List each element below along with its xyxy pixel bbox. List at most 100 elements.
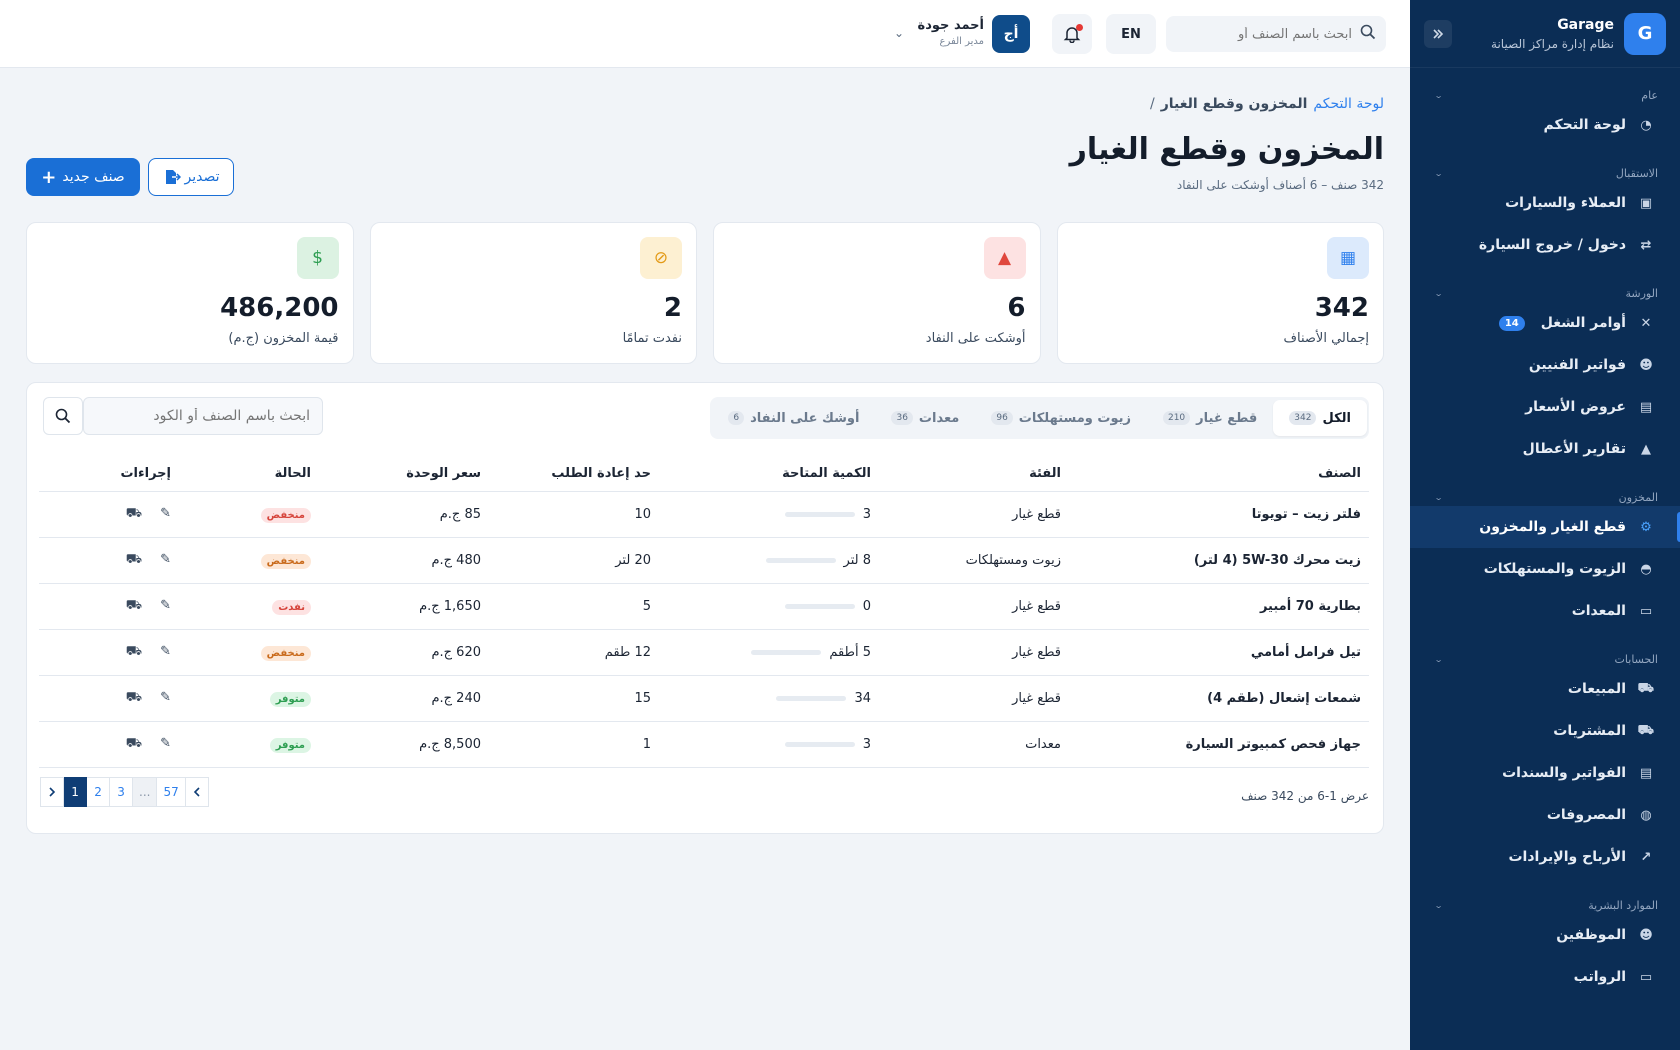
- table-row[interactable]: فلتر زيت – تويوتا قطع غيار 3 10 85 ج.م منخفض ✎…: [39, 491, 1369, 538]
- add-to-cart-icon[interactable]: ⛟: [126, 552, 142, 569]
- sidebar-item[interactable]: ◓ الزيوت والمستهلكات: [1410, 548, 1680, 590]
- edit-pencil-icon[interactable]: ✎: [160, 690, 171, 707]
- edit-pencil-icon[interactable]: ✎: [160, 552, 171, 569]
- next-page-button[interactable]: [40, 777, 64, 807]
- global-search-input[interactable]: [1182, 26, 1352, 42]
- edit-pencil-icon[interactable]: ✎: [160, 736, 171, 753]
- sidebar-item[interactable]: ▤ الفواتير والسندات: [1410, 752, 1680, 794]
- tab-filter[interactable]: الكل 342: [1273, 400, 1367, 436]
- item-unit-price: 240 ج.م: [319, 675, 489, 722]
- edit-pencil-icon[interactable]: ✎: [160, 506, 171, 523]
- nav-section-header[interactable]: الاستقبال ⌄: [1410, 164, 1680, 182]
- item-unit-price: 8,500 ج.م: [319, 721, 489, 768]
- quantity-value: 5 أطقم: [829, 644, 871, 660]
- stat-label: نفدت تمامًا: [622, 331, 682, 346]
- sidebar-item[interactable]: ▭ المعدات: [1410, 590, 1680, 632]
- sidebar-item-label: المبيعات: [1567, 681, 1626, 697]
- sidebar-item-label: المعدات: [1571, 603, 1626, 619]
- sidebar-item[interactable]: ▭ الرواتب: [1410, 956, 1680, 998]
- row-actions: ✎ ⛟: [47, 736, 171, 753]
- nav-section-title: عام: [1641, 88, 1658, 102]
- double-chevron-icon: [1433, 28, 1444, 39]
- item-actions-cell: ✎ ⛟: [39, 583, 179, 630]
- sidebar-item[interactable]: ▣ العملاء والسيارات: [1410, 182, 1680, 224]
- ban-icon: ⊘: [640, 237, 682, 279]
- document-icon: ▤: [1639, 399, 1653, 415]
- language-toggle-button[interactable]: EN: [1106, 14, 1156, 54]
- chevron-down-icon[interactable]: ⌄: [894, 26, 904, 40]
- page-button[interactable]: 1: [63, 777, 87, 807]
- page-button[interactable]: 2: [86, 777, 110, 807]
- sidebar-item[interactable]: ▤ عروض الأسعار: [1410, 386, 1680, 428]
- sidebar-item[interactable]: ◍ المصروفات: [1410, 794, 1680, 836]
- new-item-button[interactable]: صنف جديد +: [26, 158, 140, 196]
- item-name: بطارية 70 أمبير: [1069, 583, 1369, 630]
- page-button[interactable]: 3: [109, 777, 133, 807]
- sidebar-item[interactable]: ⇄ دخول / خروج السيارة: [1410, 224, 1680, 266]
- global-search[interactable]: [1166, 16, 1386, 52]
- edit-pencil-icon[interactable]: ✎: [160, 644, 171, 661]
- nav-section: الورشة ⌄ ✕ أوامر الشغل 14 ☻ فواتير الفنيين ▤ عرو…: [1410, 284, 1680, 470]
- sidebar-item[interactable]: ✕ أوامر الشغل 14: [1410, 302, 1680, 344]
- sidebar-nav: عام ⌄ ◔ لوحة التحكم الاستقبال ⌄ ▣ العملاء والسي…: [1410, 86, 1680, 998]
- column-header: إجراءات: [39, 457, 179, 492]
- sidebar-item[interactable]: ◔ لوحة التحكم: [1410, 104, 1680, 146]
- table-search: [41, 397, 323, 435]
- item-actions-cell: ✎ ⛟: [39, 721, 179, 768]
- add-to-cart-icon[interactable]: ⛟: [126, 736, 142, 753]
- row-actions: ✎ ⛟: [47, 506, 171, 523]
- pagination-summary: عرض 1-6 من 342 صنف: [1241, 789, 1369, 803]
- count-badge: 14: [1498, 315, 1525, 331]
- sidebar-item[interactable]: ☻ الموظفين: [1410, 914, 1680, 956]
- nav-section-header[interactable]: المخزون ⌄: [1410, 488, 1680, 506]
- nav-section: الاستقبال ⌄ ▣ العملاء والسيارات ⇄ دخول / خروج…: [1410, 164, 1680, 266]
- collapse-sidebar-button[interactable]: [1424, 19, 1452, 48]
- previous-page-button[interactable]: [184, 777, 209, 807]
- alert-icon: ▲: [983, 237, 1026, 279]
- user-menu[interactable]: أحمد جودة مدير الفرع: [918, 18, 984, 47]
- page-button[interactable]: 57: [156, 777, 186, 807]
- column-header: الكمية المتاحة: [659, 457, 879, 492]
- table-row[interactable]: شمعات إشعال (طقم 4) قطع غيار 34 15 240 ج.م مت…: [39, 675, 1369, 722]
- sidebar-item[interactable]: ⚙ قطع الغيار والمخزون: [1410, 506, 1680, 548]
- nav-section-header[interactable]: الحسابات ⌄: [1410, 650, 1680, 668]
- add-to-cart-icon[interactable]: ⛟: [126, 644, 142, 661]
- sidebar-item[interactable]: ☻ فواتير الفنيين: [1410, 344, 1680, 386]
- money-bag-icon: $: [296, 237, 339, 279]
- add-to-cart-icon[interactable]: ⛟: [126, 690, 142, 707]
- add-to-cart-icon[interactable]: ⛟: [126, 506, 142, 523]
- sidebar-item[interactable]: ⛟ المبيعات: [1410, 668, 1680, 710]
- quantity-bar: [776, 695, 847, 701]
- tab-label: معدات: [918, 410, 960, 426]
- nav-section-header[interactable]: الورشة ⌄: [1410, 284, 1680, 302]
- tab-filter[interactable]: قطع غيار 210: [1147, 400, 1273, 436]
- tab-label: أوشك على النفاد: [750, 410, 860, 426]
- table-row[interactable]: بطارية 70 أمبير قطع غيار 0 5 1,650 ج.م نفدت ✎ ⛟: [39, 583, 1369, 630]
- tab-filter[interactable]: زيوت ومستهلكات 96: [975, 400, 1147, 436]
- nav-section-header[interactable]: عام ⌄: [1410, 86, 1680, 104]
- chevron-down-icon: ⌄: [1434, 654, 1444, 664]
- notifications-button[interactable]: [1052, 14, 1092, 54]
- tab-filter[interactable]: أوشك على النفاد 6: [712, 400, 875, 436]
- edit-pencil-icon[interactable]: ✎: [160, 598, 171, 615]
- status-badge: متوفر: [269, 737, 311, 753]
- breadcrumb-home-link[interactable]: لوحة التحكم: [1313, 96, 1384, 112]
- table-search-input[interactable]: [83, 397, 323, 435]
- nav-section: عام ⌄ ◔ لوحة التحكم: [1410, 86, 1680, 146]
- avatar[interactable]: أج: [992, 15, 1030, 53]
- inventory-table: الصنف الفئة الكمية المتاحة حد إعادة الطلب سع…: [39, 457, 1369, 768]
- nav-section-header[interactable]: الموارد البشرية ⌄: [1410, 896, 1680, 914]
- sidebar-item[interactable]: ▲ تقارير الأعطال: [1410, 428, 1680, 470]
- table-row[interactable]: تيل فرامل أمامي قطع غيار 5 أطقم 12 طقم 620 ج…: [39, 629, 1369, 676]
- item-reorder-level: 12 طقم: [489, 629, 659, 676]
- export-button[interactable]: تصدير: [148, 158, 234, 196]
- quantity-value: 8 لتر: [843, 552, 871, 568]
- table-search-button[interactable]: [43, 397, 83, 435]
- sidebar-item[interactable]: ↗ الأرباح والإيرادات: [1410, 836, 1680, 878]
- search-icon: [1360, 24, 1376, 44]
- sidebar-item[interactable]: ⛟ المشتريات: [1410, 710, 1680, 752]
- table-row[interactable]: جهاز فحص كمبيوتر السيارة معدات 3 1 8,500 ج.م…: [39, 721, 1369, 768]
- add-to-cart-icon[interactable]: ⛟: [126, 598, 142, 615]
- table-row[interactable]: زيت محرك 5W-30 (4 لتر) زيوت ومستهلكات 8 لت…: [39, 537, 1369, 584]
- tab-filter[interactable]: معدات 36: [875, 400, 975, 436]
